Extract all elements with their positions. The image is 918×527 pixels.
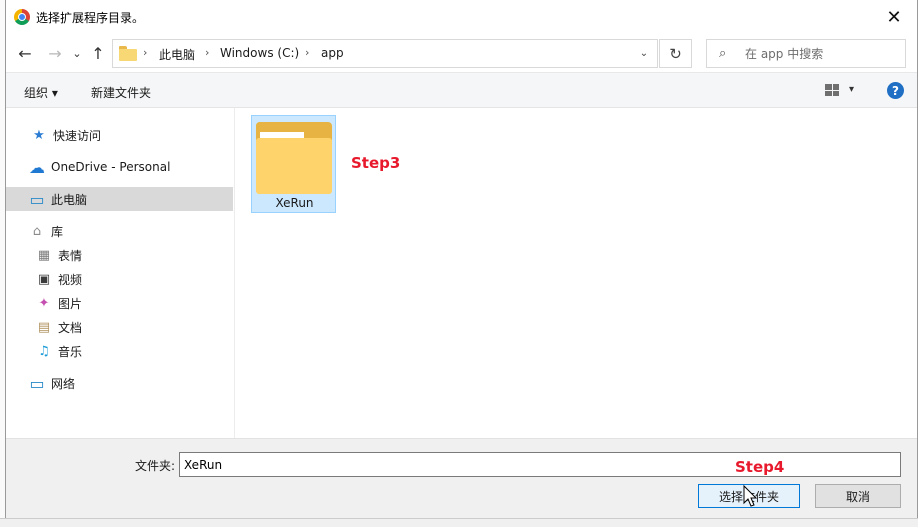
- sidebar-item-label: OneDrive - Personal: [51, 160, 171, 174]
- forward-arrow-icon[interactable]: →: [44, 42, 66, 64]
- search-input[interactable]: [745, 45, 895, 63]
- network-icon: ▭: [29, 373, 45, 393]
- sidebar-item-pictures[interactable]: ✦ 图片: [6, 291, 233, 315]
- address-dropdown-chevron-icon[interactable]: ⌄: [631, 40, 657, 67]
- bottom-panel: 文件夹: 选择文件夹 取消: [6, 438, 917, 518]
- file-list-area[interactable]: XeRun: [236, 108, 917, 438]
- navigation-bar: ← → ⌄ ↑ › 此电脑 › Windows (C:) › app ⌄ ↻ ⌕: [6, 34, 917, 72]
- step4-annotation: Step4: [735, 458, 785, 476]
- sidebar-item-emoji[interactable]: ▦ 表情: [6, 243, 233, 267]
- close-button[interactable]: ✕: [871, 0, 917, 34]
- folder-item[interactable]: XeRun: [251, 115, 336, 213]
- folder-field-label: 文件夹:: [135, 459, 176, 473]
- background-window-bottom: [0, 518, 918, 527]
- mouse-cursor-icon: [743, 484, 758, 507]
- computer-icon: ▭: [29, 189, 45, 209]
- library-icon: ⌂: [32, 223, 42, 239]
- cloud-icon: ☁: [29, 157, 45, 177]
- breadcrumb-separator: ›: [305, 46, 310, 59]
- recent-locations-chevron-icon[interactable]: ⌄: [66, 42, 88, 64]
- folder-item-label: XeRun: [275, 196, 314, 210]
- sidebar-item-music[interactable]: ♫ 音乐: [6, 339, 233, 363]
- pictures-icon: ✦: [38, 295, 50, 311]
- sidebar-item-onedrive[interactable]: ☁ OneDrive - Personal: [6, 155, 233, 179]
- video-icon: ▣: [37, 271, 51, 287]
- cancel-button[interactable]: 取消: [815, 484, 901, 508]
- sidebar-item-label: 快速访问: [53, 128, 102, 143]
- address-bar[interactable]: › 此电脑 › Windows (C:) › app ⌄: [112, 39, 658, 68]
- breadcrumb-windows-c[interactable]: Windows (C:): [220, 46, 299, 60]
- refresh-icon[interactable]: ↻: [659, 39, 692, 68]
- breadcrumb-this-pc[interactable]: 此电脑: [159, 46, 195, 63]
- organize-button[interactable]: 组织 ▾: [24, 84, 58, 101]
- sidebar-item-network[interactable]: ▭ 网络: [6, 371, 233, 395]
- navigation-pane: ★ 快速访问 ☁ OneDrive - Personal ▭ 此电脑 ⌂ 库 ▦…: [6, 108, 235, 438]
- folder-name-input[interactable]: [179, 452, 901, 477]
- documents-icon: ▤: [37, 319, 51, 335]
- view-options-icon[interactable]: [825, 84, 839, 96]
- sidebar-item-libraries[interactable]: ⌂ 库: [6, 219, 233, 243]
- help-icon[interactable]: ?: [887, 82, 904, 99]
- sidebar-item-label: 库: [51, 224, 64, 239]
- breadcrumb-separator: ›: [205, 46, 210, 59]
- up-arrow-icon[interactable]: ↑: [87, 42, 109, 64]
- step3-annotation: Step3: [351, 154, 401, 172]
- chrome-icon: [14, 9, 30, 25]
- folder-picker-dialog: 选择扩展程序目录。 ✕ ← → ⌄ ↑ › 此电脑 › Windows (C:)…: [5, 0, 918, 518]
- music-icon: ♫: [38, 343, 50, 359]
- star-icon: ★: [33, 127, 45, 143]
- breadcrumb-app[interactable]: app: [321, 46, 344, 60]
- search-icon: ⌕: [719, 46, 727, 61]
- sidebar-item-label: 图片: [58, 296, 83, 311]
- dialog-title: 选择扩展程序目录。: [36, 11, 145, 25]
- sidebar-item-label: 此电脑: [51, 192, 88, 207]
- folder-icon: [119, 46, 137, 61]
- sidebar-item-label: 表情: [58, 248, 83, 263]
- emoji-grid-icon: ▦: [37, 247, 51, 263]
- title-bar: 选择扩展程序目录。 ✕: [6, 0, 917, 34]
- sidebar-item-label: 网络: [51, 376, 76, 391]
- new-folder-button[interactable]: 新建文件夹: [91, 84, 151, 101]
- folder-icon: [256, 122, 332, 194]
- sidebar-item-videos[interactable]: ▣ 视频: [6, 267, 233, 291]
- view-options-caret-icon[interactable]: ▾: [849, 84, 854, 95]
- sidebar-item-label: 视频: [58, 272, 83, 287]
- sidebar-item-documents[interactable]: ▤ 文档: [6, 315, 233, 339]
- command-toolbar: 组织 ▾ 新建文件夹 ▾ ?: [6, 72, 917, 108]
- breadcrumb-separator: ›: [143, 46, 148, 59]
- sidebar-item-label: 文档: [58, 320, 83, 335]
- search-box[interactable]: ⌕: [706, 39, 906, 68]
- sidebar-item-this-pc[interactable]: ▭ 此电脑: [6, 187, 233, 211]
- sidebar-item-label: 音乐: [58, 344, 83, 359]
- back-arrow-icon[interactable]: ←: [14, 42, 36, 64]
- sidebar-item-quick-access[interactable]: ★ 快速访问: [6, 123, 233, 147]
